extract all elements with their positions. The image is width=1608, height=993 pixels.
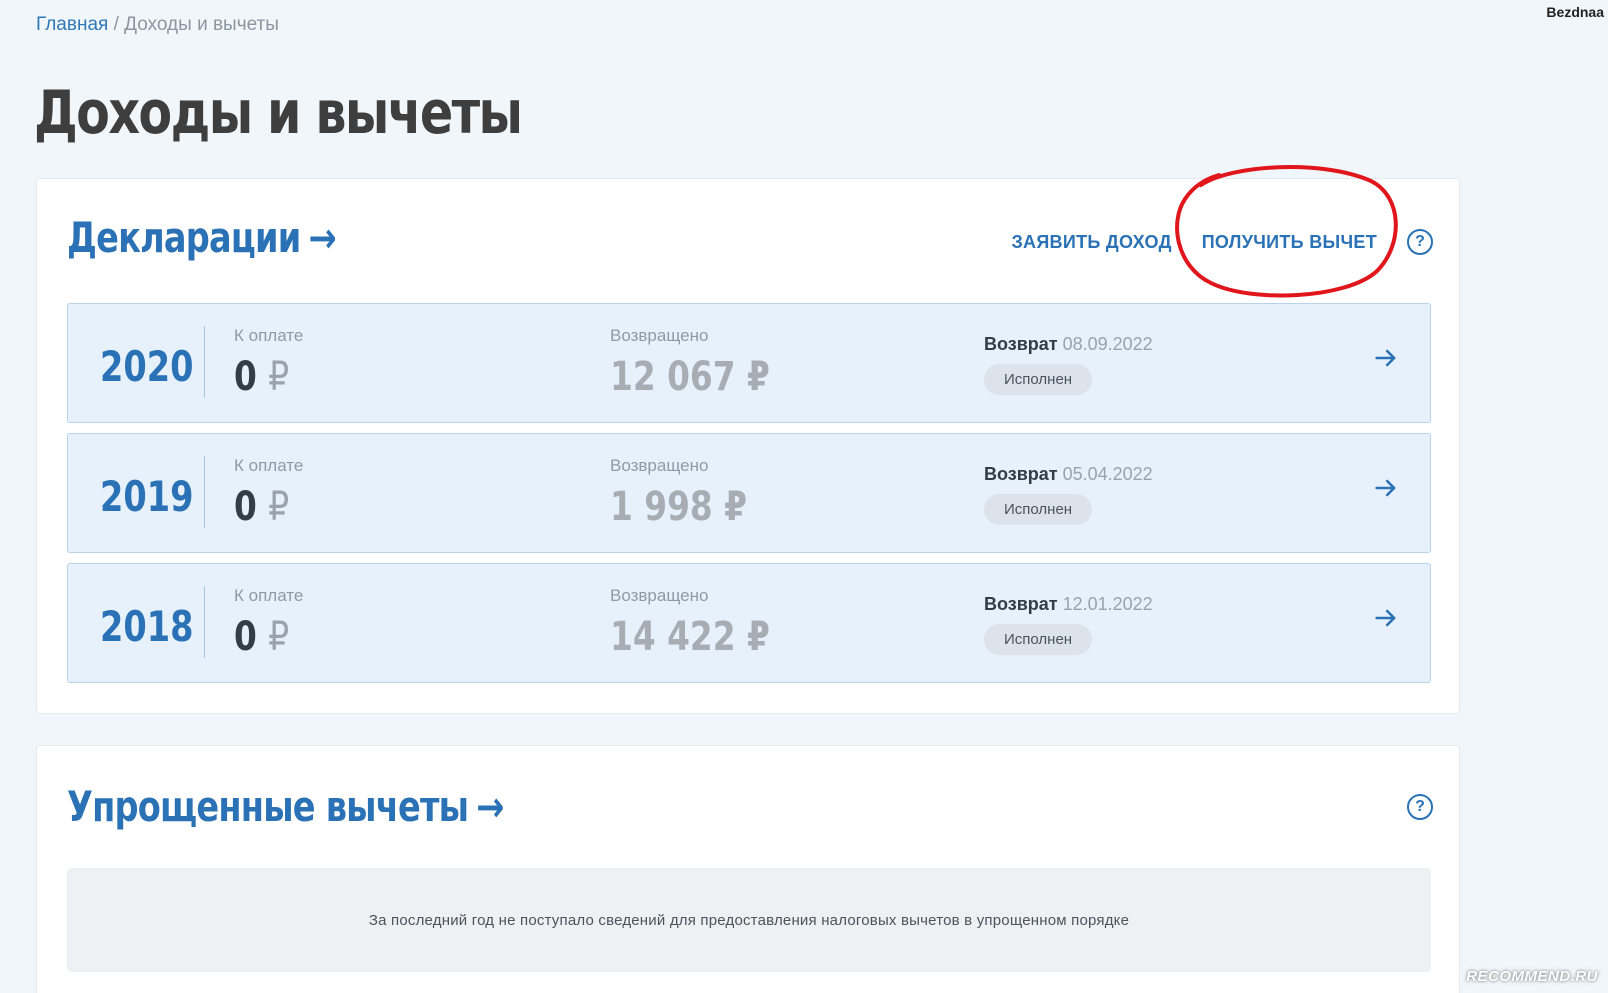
status-badge: Исполнен xyxy=(984,494,1093,525)
returned-amount: 14 422 xyxy=(610,614,736,660)
pay-value: 0 ₽ xyxy=(234,614,289,660)
pay-value: 0 ₽ xyxy=(234,354,289,400)
status-badge: Исполнен xyxy=(984,624,1093,655)
currency-sign: ₽ xyxy=(746,354,770,400)
breadcrumb-separator: / xyxy=(108,14,125,35)
refund-status-line: Возврат 12.01.2022 xyxy=(984,594,1153,615)
refund-kind: Возврат xyxy=(984,464,1058,484)
declaration-row-2020[interactable]: 2020 К оплате 0 ₽ Возвращено 12 067 ₽ Во… xyxy=(67,303,1431,423)
breadcrumb-current: Доходы и вычеты xyxy=(124,14,279,35)
breadcrumb-home-link[interactable]: Главная xyxy=(36,14,108,35)
help-icon[interactable]: ? xyxy=(1407,229,1433,255)
get-deduction-button[interactable]: ПОЛУЧИТЬ ВЫЧЕТ xyxy=(1202,232,1377,253)
help-icon[interactable]: ? xyxy=(1407,794,1433,820)
row-divider xyxy=(204,326,205,398)
declaration-year: 2019 xyxy=(100,472,194,521)
currency-sign: ₽ xyxy=(268,484,290,530)
site-watermark: RECOMMEND.RU xyxy=(1466,968,1598,985)
declaration-actions: ЗАЯВИТЬ ДОХОД ПОЛУЧИТЬ ВЫЧЕТ ? xyxy=(1011,229,1433,255)
currency-sign: ₽ xyxy=(268,614,290,660)
returned-label: Возвращено xyxy=(610,586,709,605)
row-divider xyxy=(204,456,205,528)
simplified-deductions-title: Упрощенные вычеты xyxy=(67,782,469,831)
returned-label: Возвращено xyxy=(610,456,709,475)
refund-date: 08.09.2022 xyxy=(1062,334,1153,354)
declaration-row-2018[interactable]: 2018 К оплате 0 ₽ Возвращено 14 422 ₽ Во… xyxy=(67,563,1431,683)
arrow-right-icon: → xyxy=(308,213,337,262)
returned-label: Возвращено xyxy=(610,326,709,345)
user-watermark: Bezdnaa xyxy=(1546,4,1604,20)
declaration-year: 2018 xyxy=(100,602,194,651)
pay-label: К оплате xyxy=(234,456,304,475)
pay-amount: 0 xyxy=(234,614,257,660)
declare-income-button[interactable]: ЗАЯВИТЬ ДОХОД xyxy=(1011,232,1171,253)
refund-status-line: Возврат 05.04.2022 xyxy=(984,464,1153,485)
declaration-year: 2020 xyxy=(100,342,194,391)
declarations-card: Декларации → ЗАЯВИТЬ ДОХОД ПОЛУЧИТЬ ВЫЧЕТ… xyxy=(36,165,1460,714)
refund-date: 05.04.2022 xyxy=(1062,464,1153,484)
pay-label: К оплате xyxy=(234,326,304,345)
simplified-deductions-title-link[interactable]: Упрощенные вычеты → xyxy=(67,782,504,831)
empty-state-message: За последний год не поступало сведений д… xyxy=(67,868,1431,972)
pay-value: 0 ₽ xyxy=(234,484,289,530)
pay-amount: 0 xyxy=(234,354,257,400)
declaration-row-2019[interactable]: 2019 К оплате 0 ₽ Возвращено 1 998 ₽ Воз… xyxy=(67,433,1431,553)
row-divider xyxy=(204,586,205,658)
declarations-title-link[interactable]: Декларации → xyxy=(67,213,337,262)
refund-kind: Возврат xyxy=(984,594,1058,614)
returned-value: 14 422 ₽ xyxy=(610,614,770,660)
arrow-right-icon: → xyxy=(476,782,504,831)
currency-sign: ₽ xyxy=(746,614,770,660)
arrow-right-icon[interactable] xyxy=(1372,604,1400,632)
arrow-right-icon[interactable] xyxy=(1372,344,1400,372)
page-title: Доходы и вычеты xyxy=(34,78,523,148)
refund-status-line: Возврат 08.09.2022 xyxy=(984,334,1153,355)
pay-amount: 0 xyxy=(234,484,257,530)
breadcrumb: Главная / Доходы и вычеты xyxy=(36,14,279,36)
declarations-title: Декларации xyxy=(67,213,301,262)
returned-amount: 12 067 xyxy=(610,354,736,400)
returned-value: 12 067 ₽ xyxy=(610,354,770,400)
status-badge: Исполнен xyxy=(984,364,1093,395)
currency-sign: ₽ xyxy=(268,354,290,400)
refund-date: 12.01.2022 xyxy=(1062,594,1153,614)
pay-label: К оплате xyxy=(234,586,304,605)
returned-amount: 1 998 xyxy=(610,484,713,530)
returned-value: 1 998 ₽ xyxy=(610,484,747,530)
refund-kind: Возврат xyxy=(984,334,1058,354)
declarations-list: 2020 К оплате 0 ₽ Возвращено 12 067 ₽ Во… xyxy=(67,303,1431,693)
currency-sign: ₽ xyxy=(724,484,747,530)
arrow-right-icon[interactable] xyxy=(1372,474,1400,502)
simplified-deductions-card: Упрощенные вычеты → ? За последний год не… xyxy=(36,745,1460,993)
